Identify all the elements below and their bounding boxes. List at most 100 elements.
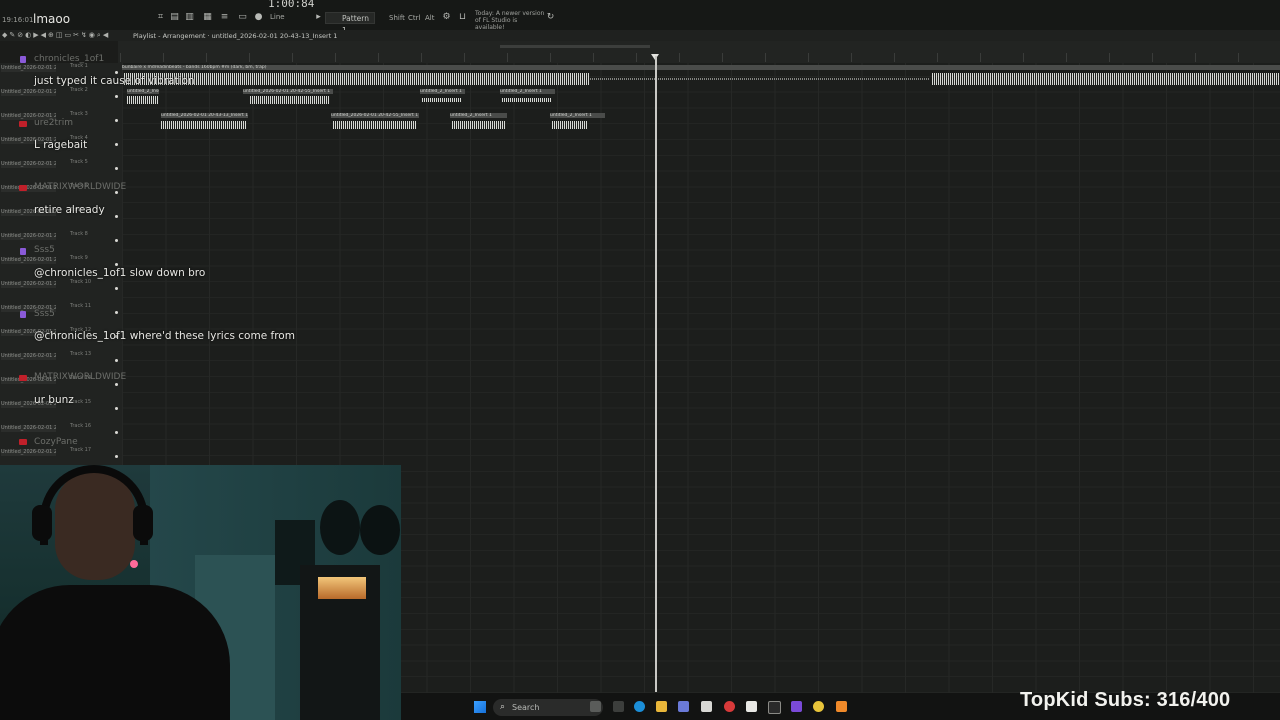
channel-rack-icon[interactable]: ▦ [203, 13, 212, 22]
playlist-tools[interactable]: ◆✎⊘◐▶◀⊕◫▭✂↯◉⌕◀ [2, 31, 110, 40]
vocal-clip-label[interactable]: untitled_2026-02-01 20-42-55_Insert 1 [243, 89, 333, 94]
vocal-clip-waveform[interactable] [552, 121, 588, 129]
shift-key-button[interactable]: Shift [389, 14, 405, 22]
pattern-select[interactable]: Pattern 1 [325, 12, 375, 35]
vocal-clip-label[interactable]: untitled_2026-02-01 20-43-13_Insert 1 [161, 113, 248, 118]
youtube-badge-icon [19, 185, 27, 191]
webcam-wall-decor [320, 500, 360, 555]
track-row[interactable]: Untitled_2026-02-01 20- Track 8 [0, 231, 122, 246]
vocal-clip-waveform[interactable] [127, 96, 159, 104]
media-player-icon[interactable] [768, 701, 781, 714]
song-time-display: 1:00:84 [268, 0, 315, 10]
vocal-clip-label[interactable]: untitled_2_Insert 1 [450, 113, 507, 118]
taskbar-search-box[interactable] [493, 699, 603, 716]
browser-icon[interactable]: ▭ [238, 13, 247, 22]
refresh-icon[interactable]: ↻ [546, 13, 555, 22]
chat-message: ur bunz [34, 394, 74, 406]
vocal-clip-label[interactable]: untitled_2026-02-01 20-42-55_Insert 1 [331, 113, 419, 118]
track-row[interactable]: Untitled_2026-02-01 20- Track 5 [0, 159, 122, 174]
snap-icon[interactable]: ⌗ [156, 13, 165, 22]
track-name: Track 10 [70, 279, 92, 285]
track-mute-dot[interactable] [115, 167, 118, 170]
vocal-clip-label[interactable]: untitled_2_Insert 1 [420, 89, 465, 94]
snap-mode-select[interactable]: Line [270, 13, 310, 23]
track-row[interactable]: Untitled_2026-02-01 20- Track 16 [0, 423, 122, 438]
track-mute-dot[interactable] [115, 431, 118, 434]
track-mute-dot[interactable] [115, 119, 118, 122]
track-mute-dot[interactable] [115, 311, 118, 314]
track-row[interactable]: Untitled_2026-02-01 20- Track 17 [0, 447, 122, 462]
chat-username: ure2trim [34, 118, 73, 128]
track-mute-dot[interactable] [115, 239, 118, 242]
track-mute-dot[interactable] [115, 215, 118, 218]
overlay-title: lmaoo [33, 12, 71, 26]
webcam-wall-decor [360, 505, 400, 555]
file-explorer-icon[interactable] [656, 701, 667, 712]
vocal-clip-waveform[interactable] [502, 98, 552, 102]
vocal-clip-waveform[interactable] [161, 121, 246, 129]
alt-key-button[interactable]: Alt [425, 14, 434, 22]
chat-username: MATRIXWORLDWIDE [34, 182, 127, 192]
track-mute-dot[interactable] [115, 359, 118, 362]
beat-clip-label[interactable]: bunbaire x mdreadinbeats - bands 160bpm … [122, 65, 1280, 70]
twitch-badge-icon [20, 56, 26, 63]
fl-studio-icon[interactable] [836, 701, 847, 712]
headset-icon [40, 465, 148, 545]
clock-text: 19:16:01 [2, 16, 34, 24]
mic-icon[interactable]: ● [254, 13, 263, 22]
mixer-icon[interactable]: ≡ [220, 13, 229, 22]
edge-icon[interactable] [634, 701, 645, 712]
track-mute-dot[interactable] [115, 263, 118, 266]
track-row[interactable]: Untitled_2026-02-01 20- Track 10 [0, 279, 122, 294]
chat-message: @chronicles_1of1 where'd these lyrics co… [34, 330, 295, 342]
track-row[interactable]: Untitled_2026-02-01 20- Track 11 [0, 303, 122, 318]
vocal-clip-waveform[interactable] [452, 121, 505, 129]
playlist-icon[interactable]: ▤ [170, 13, 179, 22]
track-mute-dot[interactable] [115, 95, 118, 98]
update-notice[interactable]: Today: A newer version of FL Studio is a… [475, 10, 545, 31]
headset-earcup [133, 505, 153, 541]
track-mute-dot[interactable] [115, 407, 118, 410]
youtube-badge-icon [19, 439, 27, 445]
track-name: Track 2 [70, 87, 88, 93]
track-row[interactable]: Untitled_2026-02-01 20- Track 13 [0, 351, 122, 366]
vocal-clip-waveform[interactable] [333, 121, 417, 129]
vocal-clip-label[interactable]: untitled_2_Insert 1 [127, 89, 159, 94]
track-name: Track 13 [70, 351, 92, 357]
track-clip-name: Untitled_2026-02-01 20- [1, 281, 56, 288]
beat-waveform[interactable] [932, 73, 1280, 85]
vocal-clip-label[interactable]: untitled_2_Insert 1 [550, 113, 605, 118]
track-mute-dot[interactable] [115, 455, 118, 458]
beat-waveform-quiet[interactable] [590, 78, 930, 80]
app-icon[interactable] [701, 701, 712, 712]
gear-icon[interactable]: ⚙ [442, 13, 451, 22]
track-name: Track 17 [70, 447, 92, 453]
cart-icon[interactable]: ⊔ [458, 13, 467, 22]
taskbar-search-placeholder: Search [512, 703, 540, 712]
task-view-icon[interactable] [613, 701, 624, 712]
ctrl-key-button[interactable]: Ctrl [408, 14, 420, 22]
app-icon[interactable] [746, 701, 757, 712]
ruler-ticks [120, 53, 1280, 62]
play-arrow-icon[interactable]: ▸ [314, 13, 323, 22]
track-mute-dot[interactable] [115, 143, 118, 146]
vocal-clip-label[interactable]: untitled_2_Insert 1 [500, 89, 555, 94]
piano-roll-icon[interactable]: ▥ [185, 13, 194, 22]
track-name: Track 16 [70, 423, 92, 429]
track-clip-name: Untitled_2026-02-01 20- [1, 425, 56, 432]
vocal-clip-waveform[interactable] [422, 98, 462, 102]
track-mute-dot[interactable] [115, 383, 118, 386]
app-icon[interactable] [724, 701, 735, 712]
discord-icon[interactable] [791, 701, 802, 712]
horizontal-scrollbar[interactable] [500, 45, 650, 48]
playhead-line[interactable] [655, 56, 657, 692]
chrome-icon[interactable] [813, 701, 824, 712]
copilot-icon[interactable] [590, 701, 601, 712]
track-mute-dot[interactable] [115, 71, 118, 74]
windows-start-icon[interactable] [474, 701, 486, 713]
track-mute-dot[interactable] [115, 287, 118, 290]
chat-username: chronicles_1of1 [34, 54, 105, 64]
vocal-clip-waveform[interactable] [250, 96, 330, 104]
track-row[interactable]: Untitled_2026-02-01 20- Track 2 [0, 87, 122, 102]
app-icon[interactable] [678, 701, 689, 712]
